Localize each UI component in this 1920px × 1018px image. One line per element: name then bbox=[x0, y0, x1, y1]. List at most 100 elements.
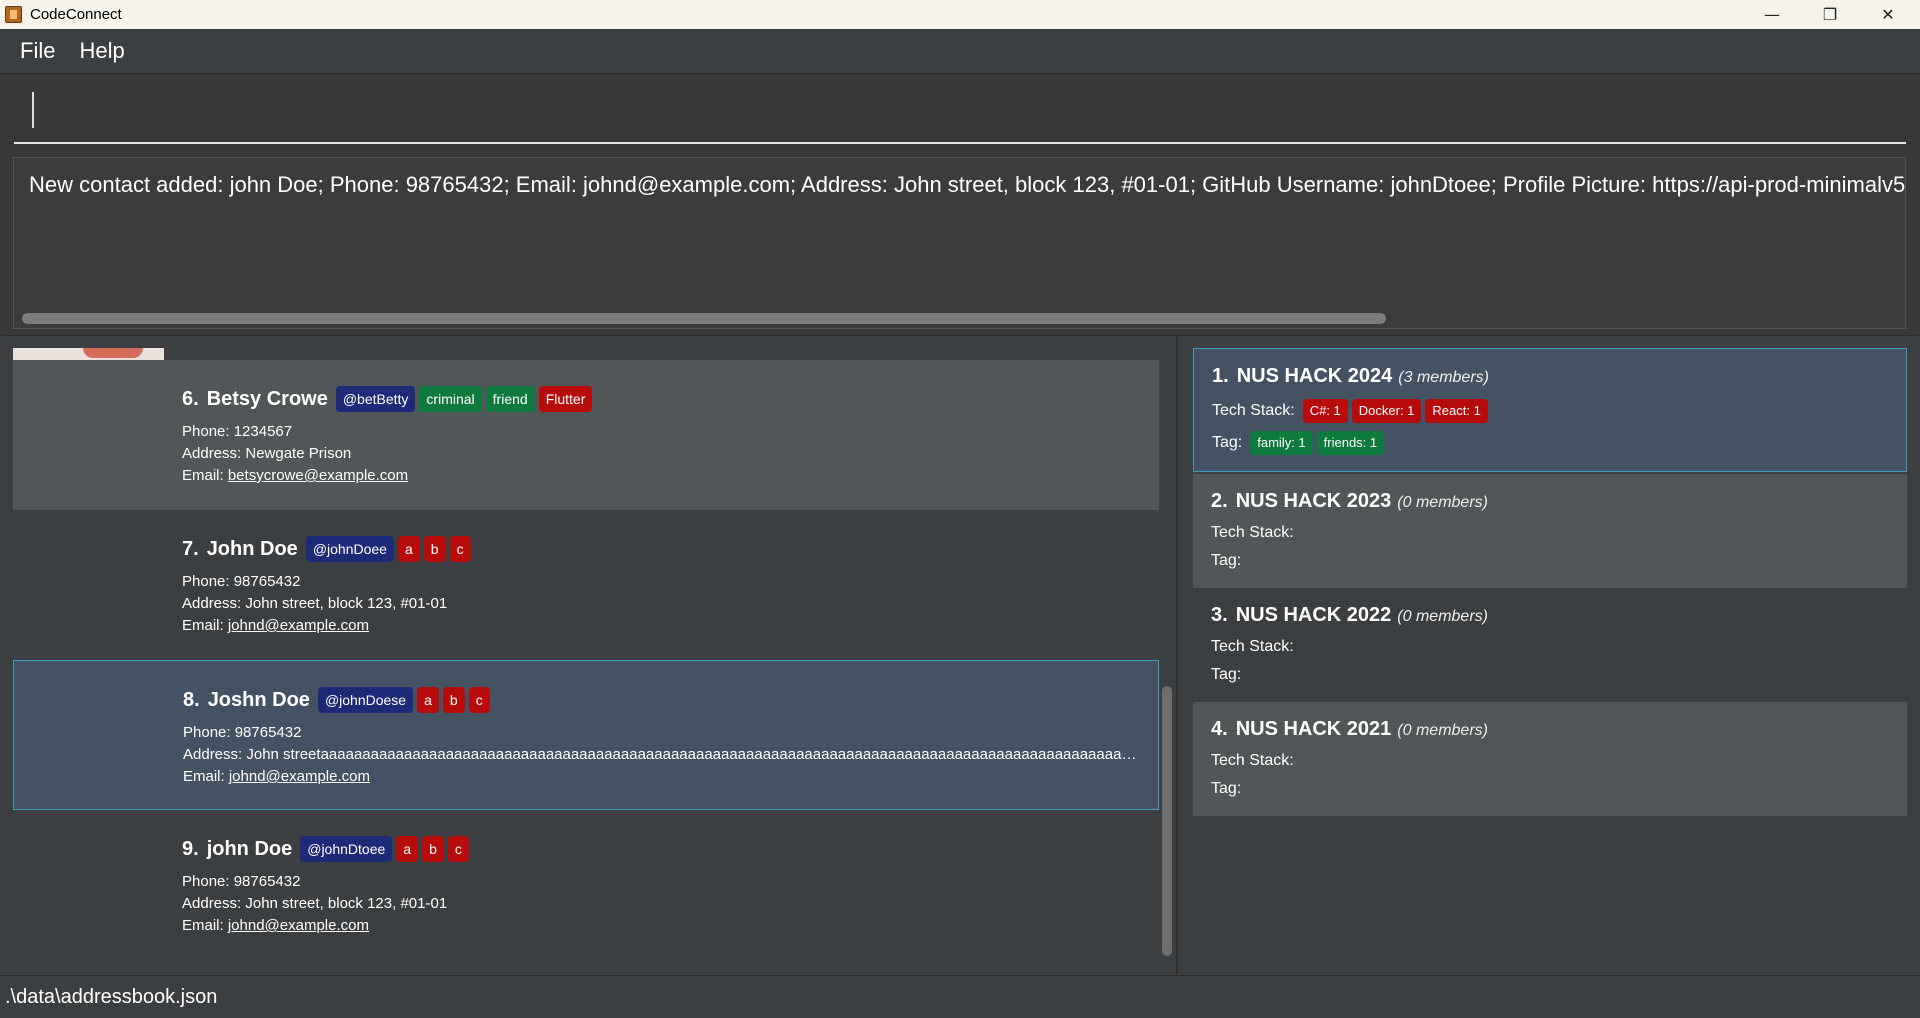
person-header: 8. Joshn Doe @johnDoese a b c bbox=[183, 687, 494, 713]
menu-help[interactable]: Help bbox=[79, 38, 124, 64]
group-tag-row: Tag: family: 1 friends: 1 bbox=[1212, 431, 1388, 455]
github-username-badge: @betBetty bbox=[335, 386, 416, 412]
person-header: 7. John Doe @johnDoee a b c bbox=[182, 536, 475, 562]
person-email-link[interactable]: betsycrowe@example.com bbox=[228, 467, 408, 484]
app-icon bbox=[5, 6, 22, 23]
group-index: 4. bbox=[1211, 718, 1228, 740]
tag-label: Tag: bbox=[1211, 666, 1242, 683]
person-index: 9. bbox=[182, 837, 199, 860]
command-input[interactable] bbox=[14, 88, 1906, 144]
person-email-line: Email: johnd@example.com bbox=[182, 617, 369, 634]
group-tech-stack-row: Tech Stack: bbox=[1211, 638, 1302, 656]
group-member-count: (3 members) bbox=[1398, 369, 1489, 386]
tag-badge: friend bbox=[485, 386, 535, 412]
group-tag-row: Tag: bbox=[1211, 552, 1249, 570]
group-list[interactable]: 1. NUS HACK 2024 (3 members) Tech Stack:… bbox=[1193, 348, 1907, 964]
group-header: 3. NUS HACK 2022 (0 members) bbox=[1211, 604, 1488, 627]
github-username-badge: @johnDtoee bbox=[300, 836, 393, 862]
result-display[interactable]: New contact added: john Doe; Phone: 9876… bbox=[13, 157, 1906, 329]
group-member-count: (0 members) bbox=[1397, 722, 1488, 739]
group-name: NUS HACK 2023 bbox=[1235, 490, 1392, 512]
person-phone: Phone: 1234567 bbox=[182, 423, 293, 440]
person-index: 8. bbox=[183, 688, 200, 711]
result-text: New contact added: john Doe; Phone: 9876… bbox=[29, 172, 1906, 197]
email-label: Email: bbox=[183, 768, 229, 785]
tag-count-badge: friends: 1 bbox=[1316, 431, 1385, 455]
group-tech-stack-row: Tech Stack: bbox=[1211, 524, 1302, 542]
person-email-link[interactable]: johnd@example.com bbox=[228, 617, 369, 634]
person-header: 6. Betsy Crowe @betBetty criminal friend Fl… bbox=[182, 386, 596, 412]
window-title: CodeConnect bbox=[30, 6, 122, 23]
horizontal-scrollbar[interactable] bbox=[22, 313, 1386, 324]
person-list-panel: 6. Betsy Crowe @betBetty criminal friend Fl… bbox=[0, 335, 1176, 975]
group-header: 1. NUS HACK 2024 (3 members) bbox=[1212, 365, 1489, 388]
tech-stack-label: Tech Stack: bbox=[1212, 402, 1295, 419]
email-label: Email: bbox=[182, 917, 228, 934]
restore-icon: ❐ bbox=[1822, 5, 1838, 24]
person-email-link[interactable]: johnd@example.com bbox=[228, 917, 369, 934]
group-name: NUS HACK 2022 bbox=[1235, 604, 1392, 626]
person-name: John Doe bbox=[206, 537, 298, 560]
group-tech-stack-row: Tech Stack: bbox=[1211, 752, 1302, 770]
maximize-button[interactable]: ❐ bbox=[1801, 0, 1859, 29]
menu-file[interactable]: File bbox=[20, 38, 55, 64]
group-card[interactable]: 3. NUS HACK 2022 (0 members) Tech Stack:… bbox=[1193, 588, 1907, 702]
group-tag-row: Tag: bbox=[1211, 780, 1249, 798]
tech-stack-badge: c bbox=[447, 836, 469, 862]
title-bar: CodeConnect — ❐ ✕ bbox=[0, 0, 1920, 29]
tech-stack-label: Tech Stack: bbox=[1211, 638, 1294, 655]
person-address: Address: John streetaaaaaaaaaaaaaaaaaaaa… bbox=[183, 746, 1143, 763]
person-name: Joshn Doe bbox=[207, 688, 310, 711]
group-card[interactable]: 1. NUS HACK 2024 (3 members) Tech Stack:… bbox=[1193, 348, 1907, 472]
group-card[interactable]: 2. NUS HACK 2023 (0 members) Tech Stack:… bbox=[1193, 474, 1907, 588]
tech-stack-count-badge: C#: 1 bbox=[1302, 399, 1348, 423]
group-name: NUS HACK 2024 bbox=[1236, 365, 1393, 387]
close-icon: ✕ bbox=[1881, 5, 1895, 24]
person-card[interactable]: 7. John Doe @johnDoee a b c Phone: 98765432… bbox=[13, 510, 1159, 660]
tag-label: Tag: bbox=[1212, 434, 1243, 451]
person-card[interactable]: 6. Betsy Crowe @betBetty criminal friend Fl… bbox=[13, 360, 1159, 510]
result-display-panel: New contact added: john Doe; Phone: 9876… bbox=[0, 153, 1920, 335]
minimize-button[interactable]: — bbox=[1743, 0, 1801, 29]
group-index: 1. bbox=[1212, 365, 1229, 387]
person-index: 6. bbox=[182, 387, 199, 410]
tag-label: Tag: bbox=[1211, 552, 1242, 569]
github-username-badge: @johnDoee bbox=[305, 536, 394, 562]
group-index: 3. bbox=[1211, 604, 1228, 626]
github-username-badge: @johnDoese bbox=[317, 687, 414, 713]
group-card[interactable]: 4. NUS HACK 2021 (0 members) Tech Stack:… bbox=[1193, 702, 1907, 816]
person-phone: Phone: 98765432 bbox=[182, 873, 301, 890]
person-address: Address: Newgate Prison bbox=[182, 445, 352, 462]
person-list[interactable]: 6. Betsy Crowe @betBetty criminal friend Fl… bbox=[13, 348, 1159, 964]
person-card[interactable]: 9. john Doe @johnDtoee a b c Phone: 9876543… bbox=[13, 810, 1159, 960]
vertical-scrollbar-thumb[interactable] bbox=[1162, 686, 1172, 956]
profile-picture bbox=[13, 348, 164, 360]
text-caret bbox=[32, 92, 34, 128]
person-email-line: Email: johnd@example.com bbox=[183, 768, 370, 785]
person-card[interactable]: 8. Joshn Doe @johnDoese a b c Phone: 987654… bbox=[13, 660, 1159, 810]
command-box-panel bbox=[0, 73, 1920, 153]
tech-stack-badge: Flutter bbox=[538, 386, 593, 412]
tech-stack-badge: a bbox=[396, 836, 419, 862]
group-tech-stack-row: Tech Stack: C#: 1 Docker: 1 React: 1 bbox=[1212, 399, 1492, 423]
group-header: 4. NUS HACK 2021 (0 members) bbox=[1211, 718, 1488, 741]
status-bar: .\data\addressbook.json bbox=[0, 975, 1920, 1018]
person-email-line: Email: johnd@example.com bbox=[182, 917, 369, 934]
person-name: john Doe bbox=[206, 837, 293, 860]
group-index: 2. bbox=[1211, 490, 1228, 512]
tech-stack-count-badge: React: 1 bbox=[1425, 399, 1488, 423]
email-label: Email: bbox=[182, 467, 228, 484]
tag-label: Tag: bbox=[1211, 780, 1242, 797]
tech-stack-badge: b bbox=[422, 836, 444, 862]
person-phone: Phone: 98765432 bbox=[183, 724, 302, 741]
group-tag-row: Tag: bbox=[1211, 666, 1249, 684]
close-button[interactable]: ✕ bbox=[1859, 0, 1917, 29]
person-index: 7. bbox=[182, 537, 199, 560]
person-header: 9. john Doe @johnDtoee a b c bbox=[182, 836, 473, 862]
tech-stack-badge: b bbox=[442, 687, 465, 713]
tech-stack-badge: c bbox=[468, 687, 490, 713]
person-phone: Phone: 98765432 bbox=[182, 573, 301, 590]
group-member-count: (0 members) bbox=[1397, 608, 1488, 625]
person-email-link[interactable]: johnd@example.com bbox=[229, 768, 370, 785]
tech-stack-label: Tech Stack: bbox=[1211, 524, 1294, 541]
